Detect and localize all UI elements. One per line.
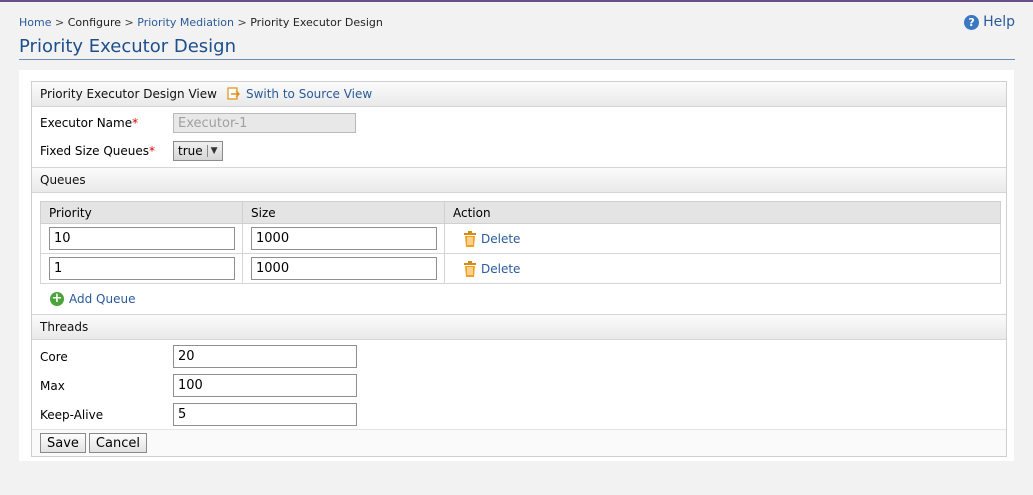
priority-cell (40, 223, 243, 254)
button-bar: Save Cancel (32, 429, 1006, 456)
breadcrumb-configure: Configure (67, 16, 122, 29)
keep-alive-input[interactable] (173, 403, 357, 426)
breadcrumb-current: Priority Executor Design (250, 16, 383, 29)
switch-view-icon (227, 87, 241, 101)
executor-name-row: Executor Name* (32, 109, 1006, 137)
size-cell (242, 223, 445, 254)
core-input[interactable] (173, 345, 357, 368)
column-header-action: Action (444, 201, 1001, 224)
trash-icon (464, 230, 476, 247)
content-area: Priority Executor Design View Swith to S… (19, 70, 1014, 461)
column-header-priority: Priority (40, 201, 243, 224)
help-icon: ? (964, 14, 980, 30)
add-queue-link[interactable]: + Add Queue (32, 284, 1006, 314)
help-link[interactable]: ? Help (964, 14, 1015, 30)
keep-alive-label: Keep-Alive (40, 407, 104, 422)
priority-input[interactable] (49, 227, 235, 250)
breadcrumb-separator: > (54, 16, 65, 29)
switch-to-source-label: Swith to Source View (245, 87, 373, 101)
delete-label: Delete (481, 231, 521, 246)
cancel-button[interactable]: Cancel (88, 433, 147, 453)
chevron-down-icon: ▼ (210, 146, 218, 156)
breadcrumb-priority-mediation-link[interactable]: Priority Mediation (137, 16, 234, 29)
size-input[interactable] (251, 257, 437, 280)
table-row: Delete (40, 223, 1001, 254)
design-view-header: Priority Executor Design View Swith to S… (32, 82, 1006, 107)
executor-name-label: Executor Name* (40, 116, 139, 130)
top-border (0, 0, 1033, 2)
switch-to-source-link[interactable]: Swith to Source View (227, 87, 372, 101)
fixed-size-queues-row: Fixed Size Queues* true ▼ (32, 137, 1006, 165)
design-panel: Priority Executor Design View Swith to S… (31, 81, 1007, 457)
save-button[interactable]: Save (40, 433, 86, 453)
threads-title: Threads (40, 320, 89, 334)
design-view-title: Priority Executor Design View (40, 87, 217, 101)
add-queue-label: Add Queue (69, 292, 136, 306)
fixed-size-queues-value: true (178, 144, 203, 158)
core-label: Core (40, 349, 68, 364)
trash-icon (464, 260, 476, 277)
action-cell: Delete (444, 253, 1001, 284)
help-label: Help (983, 14, 1015, 30)
size-cell (242, 253, 445, 284)
delete-label: Delete (481, 261, 521, 276)
core-row: Core (32, 342, 1006, 371)
page-title: Priority Executor Design (19, 36, 236, 57)
queues-title: Queues (40, 173, 86, 187)
required-marker: * (149, 144, 156, 158)
executor-name-input (173, 113, 356, 133)
breadcrumb-separator: > (237, 16, 247, 29)
select-divider (206, 145, 208, 157)
fixed-size-queues-label: Fixed Size Queues* (40, 144, 156, 158)
max-input[interactable] (173, 374, 357, 397)
priority-cell (40, 253, 243, 284)
queues-header: Queues (32, 167, 1006, 193)
breadcrumb-separator: > (124, 16, 134, 29)
queues-table-header: Priority Size Action (40, 201, 1001, 224)
delete-queue-link[interactable]: Delete (463, 230, 1000, 247)
action-cell: Delete (444, 223, 1001, 254)
keep-alive-row: Keep-Alive (32, 400, 1006, 429)
max-row: Max (32, 371, 1006, 400)
fixed-size-queues-select[interactable]: true ▼ (173, 141, 223, 161)
threads-header: Threads (32, 314, 1006, 340)
max-label: Max (40, 378, 65, 393)
breadcrumb: Home > Configure > Priority Mediation > … (19, 16, 383, 29)
delete-queue-link[interactable]: Delete (463, 260, 1000, 277)
size-input[interactable] (251, 227, 437, 250)
priority-input[interactable] (49, 257, 235, 280)
table-row: Delete (40, 253, 1001, 284)
required-marker: * (132, 116, 139, 130)
queues-table: Priority Size Action 10 1000 Delete 1 10… (40, 201, 1001, 284)
title-divider (19, 59, 1015, 60)
add-icon: + (50, 291, 64, 306)
breadcrumb-home-link[interactable]: Home (19, 16, 51, 29)
column-header-size: Size (242, 201, 445, 224)
